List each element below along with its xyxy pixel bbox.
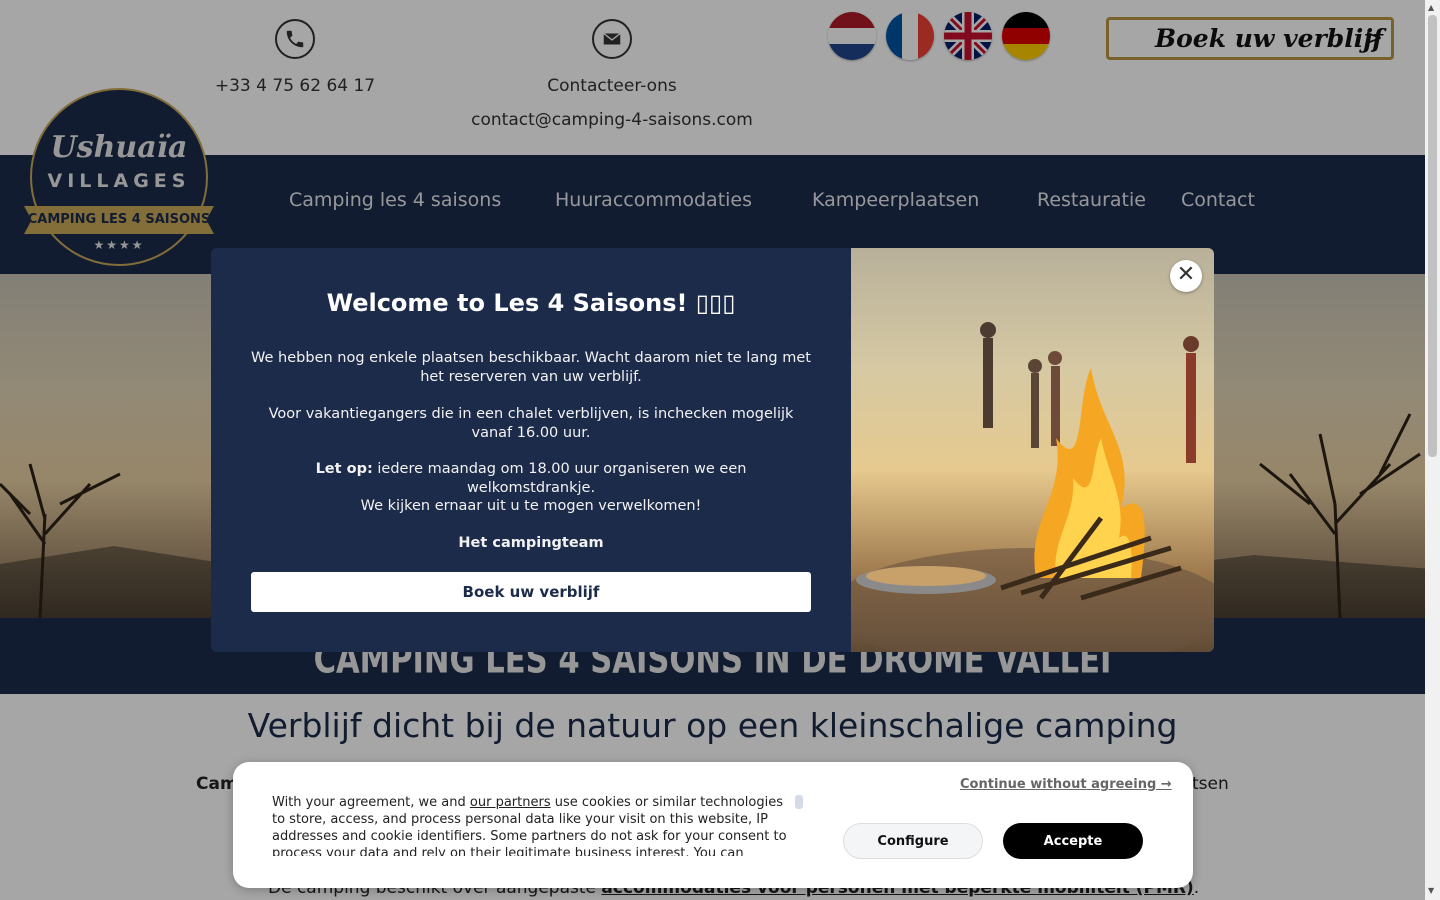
welcome-title-text: Welcome to Les 4 Saisons!: [326, 289, 696, 317]
cookie-consent-text: With your agreement, we and our partners…: [272, 794, 794, 856]
page-scrollbar[interactable]: ▲ ▼: [1425, 0, 1440, 900]
welcome-signature: Het campingteam: [458, 535, 604, 551]
welcome-modal: Welcome to Les 4 Saisons! ▯▯▯ We hebben …: [211, 248, 1214, 652]
welcome-title-emoji: ▯▯▯: [695, 289, 736, 317]
cookie-text-scrollbar[interactable]: [795, 795, 803, 809]
campfire-graphic: [851, 322, 1214, 652]
scroll-down-icon[interactable]: ▼: [1428, 886, 1434, 895]
welcome-drink-text: Let op: iedere maandag om 18.00 uur orga…: [251, 460, 811, 498]
welcome-closing-text: We kijken ernaar uit u te mogen verwelko…: [360, 498, 702, 514]
cookie-partners-link[interactable]: our partners: [470, 795, 551, 810]
continue-without-agreeing-link[interactable]: Continue without agreeing →: [960, 777, 1172, 792]
cookie-text-before: With your agreement, we and: [272, 795, 470, 810]
modal-close-button[interactable]: ✕: [1170, 260, 1202, 292]
scrollbar-thumb[interactable]: [1428, 15, 1437, 457]
cookie-banner: With your agreement, we and our partners…: [233, 762, 1193, 888]
cookie-configure-button[interactable]: Configure: [843, 823, 983, 859]
campfire-image: [851, 248, 1214, 652]
welcome-title: Welcome to Les 4 Saisons! ▯▯▯: [211, 289, 851, 317]
welcome-availability-text: We hebben nog enkele plaatsen beschikbaa…: [251, 350, 811, 385]
welcome-modal-content: Welcome to Les 4 Saisons! ▯▯▯ We hebben …: [211, 248, 851, 652]
welcome-checkin-text: Voor vakantiegangers die in een chalet v…: [268, 406, 794, 441]
scroll-up-icon[interactable]: ▲: [1428, 3, 1434, 12]
welcome-drink-detail: iedere maandag om 18.00 uur organiseren …: [372, 461, 747, 496]
welcome-drink-label: Let op:: [315, 461, 373, 477]
modal-book-button[interactable]: Boek uw verblijf: [251, 572, 811, 612]
cookie-accept-button[interactable]: Accepte: [1003, 823, 1143, 859]
